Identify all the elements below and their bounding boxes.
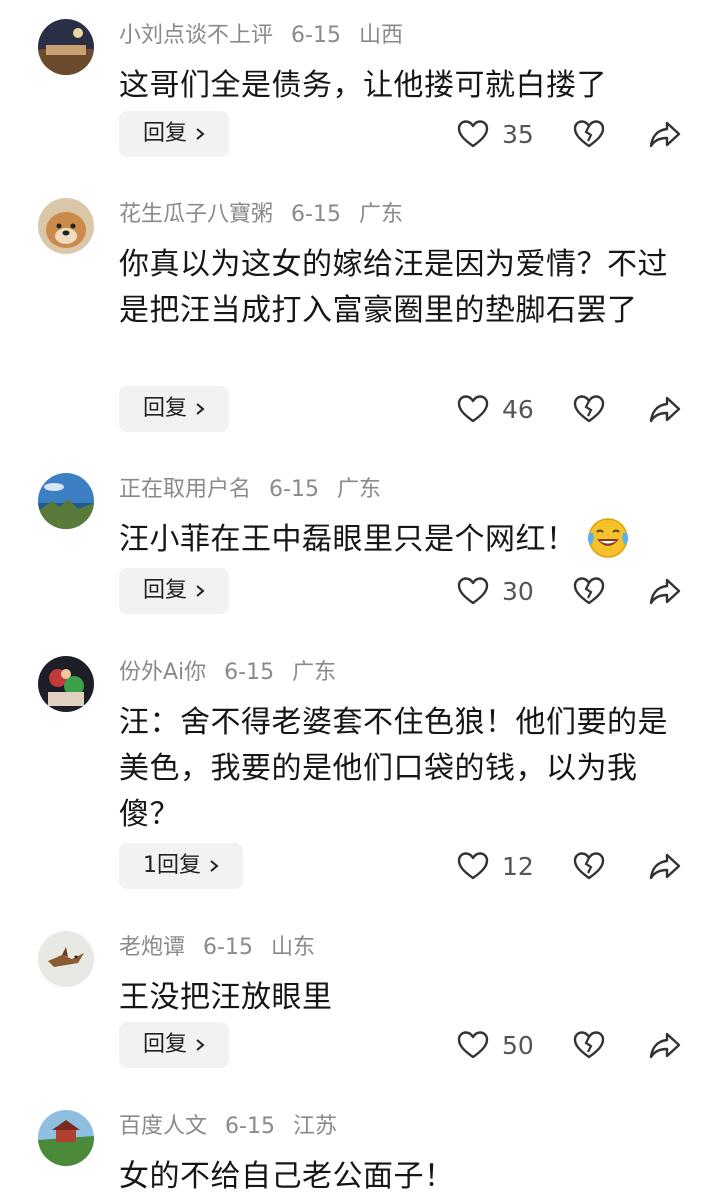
comment-text: 王没把汪放眼里	[119, 980, 333, 1015]
share-button[interactable]	[648, 111, 684, 157]
like-button[interactable]: 12	[456, 843, 534, 889]
comment-meta: 份外Ai你 6-15 广东	[119, 658, 354, 688]
comment-date: 6-15	[291, 23, 341, 48]
share-button[interactable]	[648, 843, 684, 889]
comment-region: 广东	[292, 660, 337, 685]
reply-label: 回复	[143, 121, 188, 146]
broken-heart-icon	[573, 577, 605, 605]
comment-region: 江苏	[292, 1114, 337, 1139]
chevron-right-icon	[210, 860, 219, 872]
avatar[interactable]	[38, 1110, 94, 1166]
comment-region: 山东	[270, 935, 315, 960]
comment-text: 汪小菲在王中磊眼里只是个网红！	[119, 522, 577, 557]
comment-date: 6-15	[269, 477, 319, 502]
reply-button[interactable]: 回复	[119, 386, 230, 432]
like-count: 46	[502, 394, 534, 424]
chevron-right-icon	[196, 128, 205, 140]
share-button[interactable]	[648, 1022, 684, 1068]
dislike-button[interactable]	[572, 1022, 608, 1068]
chevron-right-icon	[196, 1039, 205, 1051]
share-button[interactable]	[648, 568, 684, 614]
like-button[interactable]: 35	[456, 111, 534, 157]
share-button[interactable]	[648, 386, 684, 432]
comment-date: 6-15	[291, 202, 341, 227]
comment-meta: 百度人文 6-15 江苏	[119, 1112, 355, 1142]
comment-text-wrap: 汪小菲在王中磊眼里只是个网红！	[119, 517, 689, 563]
comment-region: 广东	[358, 202, 403, 227]
username[interactable]: 老炮谭	[119, 935, 185, 960]
comment-meta: 老炮谭 6-15 山东	[119, 933, 333, 963]
comment-text: 这哥们全是债务，让他搂可就白搂了	[119, 68, 607, 103]
username[interactable]: 百度人文	[119, 1114, 207, 1139]
share-arrow-icon	[649, 121, 681, 148]
comment-meta: 正在取用户名 6-15 广东	[119, 475, 399, 505]
comment-date: 6-15	[225, 1114, 275, 1139]
heart-outline-icon	[457, 395, 489, 423]
heart-outline-icon	[457, 1031, 489, 1059]
comment-date: 6-15	[224, 660, 275, 685]
dislike-button[interactable]	[572, 111, 608, 157]
broken-heart-icon	[573, 395, 605, 423]
heart-outline-icon	[457, 120, 489, 148]
comment-region: 广东	[336, 477, 381, 502]
broken-heart-icon	[573, 120, 605, 148]
share-arrow-icon	[649, 396, 681, 423]
chevron-right-icon	[196, 403, 205, 415]
reply-label: 回复	[143, 396, 188, 421]
avatar[interactable]	[38, 198, 94, 254]
share-arrow-icon	[649, 1032, 681, 1059]
like-button[interactable]: 30	[456, 568, 534, 614]
avatar[interactable]	[38, 656, 94, 712]
comment-meta: 小刘点谈不上评 6-15 山西	[119, 21, 421, 51]
share-arrow-icon	[649, 853, 681, 880]
broken-heart-icon	[573, 1031, 605, 1059]
comment-region: 山西	[358, 23, 403, 48]
dislike-button[interactable]	[572, 843, 608, 889]
reply-button[interactable]: 回复	[119, 568, 230, 614]
comment-text: 你真以为这女的嫁给汪是因为爱情？不过是把汪当成打入富豪圈里的垫脚石罢了	[119, 247, 668, 328]
avatar[interactable]	[38, 473, 94, 529]
comment-meta: 花生瓜子八寶粥 6-15 广东	[119, 200, 421, 230]
reply-button[interactable]: 回复	[119, 111, 230, 157]
comment-text: 汪：舍不得老婆套不住色狼！他们要的是美色，我要的是他们口袋的钱，以为我傻？	[119, 705, 668, 832]
username[interactable]: 小刘点谈不上评	[119, 23, 273, 48]
dislike-button[interactable]	[572, 568, 608, 614]
username[interactable]: 花生瓜子八寶粥	[119, 202, 273, 227]
reply-label: 1回复	[143, 853, 201, 878]
reply-label: 回复	[143, 1032, 188, 1057]
share-arrow-icon	[649, 578, 681, 605]
comment-date: 6-15	[203, 935, 253, 960]
username[interactable]: 正在取用户名	[119, 477, 251, 502]
like-button[interactable]: 50	[456, 1022, 534, 1068]
avatar[interactable]	[38, 931, 94, 987]
avatar[interactable]	[38, 19, 94, 75]
comment-text: 女的不给自己老公面子！	[119, 1159, 455, 1194]
heart-outline-icon	[457, 852, 489, 880]
like-count: 50	[502, 1030, 534, 1060]
reply-button[interactable]: 1回复	[119, 843, 243, 889]
reply-button[interactable]: 回复	[119, 1022, 230, 1068]
like-count: 30	[502, 576, 534, 606]
dislike-button[interactable]	[572, 386, 608, 432]
laughing-crying-emoji-icon	[587, 517, 628, 558]
reply-label: 回复	[143, 578, 188, 603]
like-button[interactable]: 46	[456, 386, 534, 432]
like-count: 12	[502, 851, 534, 881]
heart-outline-icon	[457, 577, 489, 605]
username[interactable]: 份外Ai你	[119, 660, 206, 685]
broken-heart-icon	[573, 852, 605, 880]
chevron-right-icon	[196, 585, 205, 597]
like-count: 35	[502, 119, 534, 149]
